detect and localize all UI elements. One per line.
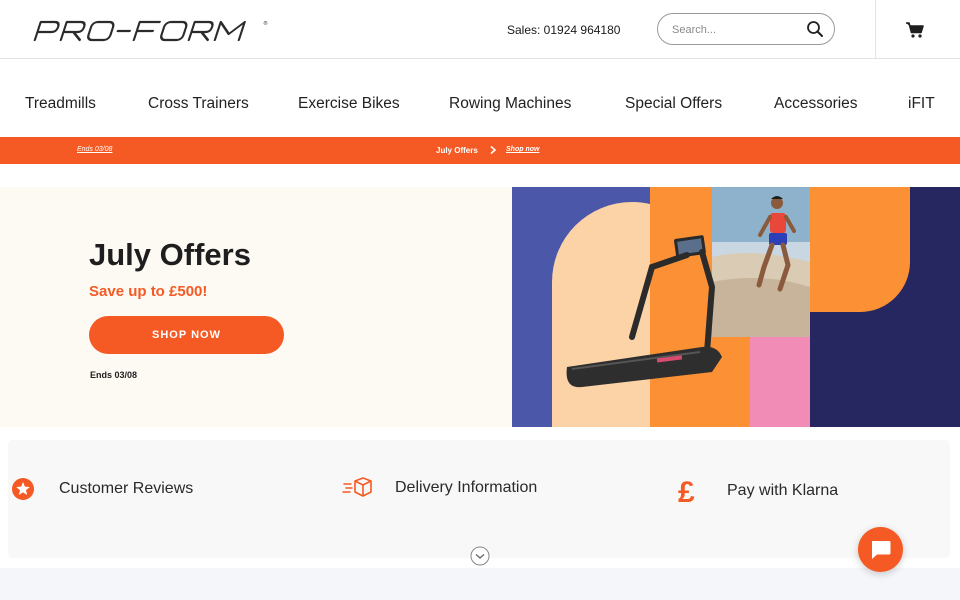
search-icon[interactable] — [806, 20, 824, 38]
site-header: ® Sales: 01924 964180 — [0, 0, 960, 59]
chevron-down-icon[interactable] — [470, 546, 490, 566]
hero-image[interactable] — [512, 187, 960, 427]
brand-logo-image: ® — [33, 20, 268, 42]
delivery-box-icon — [342, 477, 372, 497]
promo-ends: Ends 03/08 — [77, 146, 113, 153]
chat-button[interactable] — [858, 527, 903, 572]
nav-item-exercise-bikes[interactable]: Exercise Bikes — [298, 95, 400, 113]
header-divider — [875, 0, 876, 59]
nav-item-special-offers[interactable]: Special Offers — [625, 95, 722, 113]
hero-panel — [0, 187, 512, 427]
nav-item-ifit[interactable]: iFIT — [908, 95, 935, 113]
main-nav: Treadmills Cross Trainers Exercise Bikes… — [0, 60, 960, 137]
hero-ends: Ends 03/08 — [90, 370, 138, 380]
customer-reviews-link[interactable]: Customer Reviews — [59, 480, 193, 498]
nav-item-treadmills[interactable]: Treadmills — [25, 95, 96, 113]
search-input[interactable] — [672, 21, 802, 38]
page-footer-band — [0, 568, 960, 600]
chevron-right-icon — [490, 145, 497, 155]
chat-bubble-icon — [872, 541, 891, 559]
promo-shop-link[interactable]: Shop now — [506, 146, 539, 153]
nav-item-cross-trainers[interactable]: Cross Trainers — [148, 95, 249, 113]
hero-illustration — [512, 187, 960, 427]
svg-text:£: £ — [678, 476, 695, 506]
delivery-information-link[interactable]: Delivery Information — [395, 479, 537, 497]
nav-item-rowing-machines[interactable]: Rowing Machines — [449, 95, 571, 113]
cart-icon[interactable] — [905, 20, 925, 40]
pound-icon: £ — [678, 476, 695, 506]
shop-now-button[interactable]: SHOP NOW — [89, 316, 284, 354]
pay-with-klarna-link[interactable]: Pay with Klarna — [727, 482, 838, 500]
promo-banner: Ends 03/08 July Offers Shop now — [0, 137, 960, 164]
nav-item-accessories[interactable]: Accessories — [774, 95, 858, 113]
brand-logo[interactable]: ® — [30, 18, 272, 44]
hero-subtitle: Save up to £500! — [89, 283, 208, 300]
sales-phone[interactable]: Sales: 01924 964180 — [507, 23, 620, 37]
hero-title: July Offers — [89, 237, 251, 272]
svg-text:®: ® — [263, 20, 268, 27]
star-badge-icon — [12, 478, 34, 500]
search-box — [657, 13, 835, 45]
promo-title: July Offers — [436, 146, 478, 155]
